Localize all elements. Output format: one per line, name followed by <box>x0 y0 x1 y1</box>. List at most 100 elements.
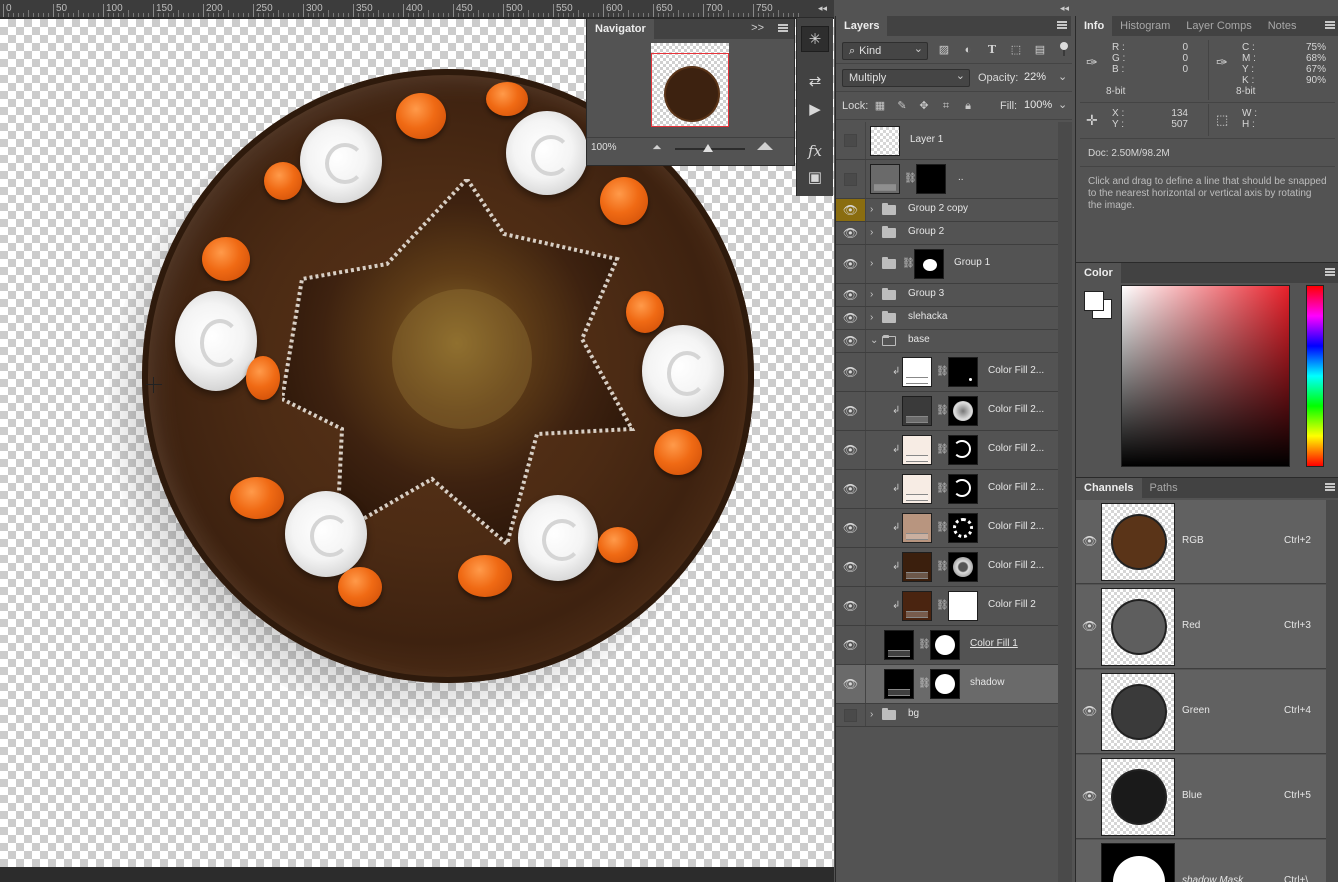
layer-thumbnail[interactable] <box>870 164 900 194</box>
channels-menu-icon[interactable] <box>1325 483 1335 491</box>
layer-row[interactable]: 👁︎ ⌄ base <box>836 330 1058 353</box>
channel-thumbnail[interactable] <box>1101 503 1175 581</box>
info-menu-icon[interactable] <box>1325 21 1335 29</box>
layers-scrollbar[interactable] <box>1058 122 1072 882</box>
eye-icon[interactable]: 👁︎ <box>836 392 866 430</box>
shape-filter-icon[interactable]: ⬚ <box>1010 44 1022 56</box>
tab-layers[interactable]: Layers <box>836 16 888 36</box>
layer-mask-thumbnail[interactable] <box>930 630 960 660</box>
channels-scrollbar[interactable] <box>1326 500 1338 882</box>
cube-icon[interactable]: ▣ <box>801 164 829 190</box>
link-icon[interactable]: ⛓︎ <box>936 522 949 533</box>
link-icon[interactable]: ⛓︎ <box>936 600 949 611</box>
link-icon[interactable]: ⛓︎ <box>918 639 931 650</box>
eye-icon[interactable]: 👁︎ <box>836 509 866 547</box>
tab-layer-comps[interactable]: Layer Comps <box>1178 16 1259 36</box>
layer-row[interactable]: › bg <box>836 704 1058 727</box>
fill-color-thumbnail[interactable] <box>902 435 932 465</box>
zoom-out-icon[interactable] <box>652 144 662 150</box>
layer-mask-thumbnail[interactable] <box>914 249 944 279</box>
fill-color-thumbnail[interactable] <box>902 396 932 426</box>
channel-thumbnail[interactable] <box>1101 588 1175 666</box>
layer-mask-thumbnail[interactable] <box>948 396 978 426</box>
tab-navigator[interactable]: Navigator <box>587 19 654 39</box>
layer-name[interactable]: Group 3 <box>908 288 944 299</box>
collapse-layers-icon[interactable]: ◂◂ <box>1060 3 1069 14</box>
link-icon[interactable]: ⛓︎ <box>936 366 949 377</box>
link-icon[interactable]: ⛓︎ <box>936 405 949 416</box>
channel-thumbnail[interactable] <box>1101 843 1175 882</box>
eye-icon[interactable]: 👁︎ <box>1082 534 1097 548</box>
channel-row[interactable]: 👁︎ Blue Ctrl+5 <box>1076 755 1326 839</box>
eye-icon[interactable]: 👁︎ <box>836 330 866 352</box>
link-icon[interactable]: ⛓︎ <box>936 561 949 572</box>
tab-notes[interactable]: Notes <box>1260 16 1305 36</box>
eye-icon[interactable]: 👁︎ <box>836 307 866 329</box>
fill-input[interactable]: 100% <box>1020 97 1060 115</box>
link-icon[interactable]: ⛓︎ <box>904 173 917 184</box>
layer-name[interactable]: Color Fill 2... <box>988 443 1044 454</box>
tab-color[interactable]: Color <box>1076 263 1121 283</box>
layer-row[interactable]: 👁︎ ↲ ⛓︎ Color Fill 2... <box>836 392 1058 431</box>
fill-dropdown-icon[interactable]: ⌄ <box>1058 98 1067 111</box>
tab-histogram[interactable]: Histogram <box>1112 16 1178 36</box>
tab-paths[interactable]: Paths <box>1142 478 1186 498</box>
type-filter-icon[interactable]: T <box>986 44 998 56</box>
layer-mask-thumbnail[interactable] <box>948 357 978 387</box>
layer-mask-thumbnail[interactable] <box>948 435 978 465</box>
layer-name[interactable]: Group 2 <box>908 226 944 237</box>
layer-row[interactable]: ⛓︎.. <box>836 160 1058 199</box>
navigator-expand-icon[interactable]: >> <box>751 22 764 34</box>
chevron-down-icon[interactable]: ⌄ <box>870 335 878 346</box>
fill-color-thumbnail[interactable] <box>902 474 932 504</box>
layer-mask-thumbnail[interactable] <box>948 552 978 582</box>
link-icon[interactable]: ⛓︎ <box>902 258 915 269</box>
foreground-color-swatch[interactable] <box>1084 291 1104 311</box>
layer-name[interactable]: Color Fill 2... <box>988 521 1044 532</box>
eye-icon[interactable]: 👁︎ <box>836 222 866 244</box>
layer-row[interactable]: 👁︎ ⛓︎ Color Fill 1 <box>836 626 1058 665</box>
layer-mask-thumbnail[interactable] <box>948 474 978 504</box>
link-icon[interactable]: ⛓︎ <box>918 678 931 689</box>
filter-toggle-icon[interactable] <box>1060 42 1068 56</box>
navigator-thumbnail[interactable] <box>651 43 729 127</box>
layer-name[interactable]: Color Fill 2... <box>988 365 1044 376</box>
zoom-in-icon[interactable] <box>757 142 773 150</box>
layer-row[interactable]: 👁︎ › Group 2 copy <box>836 199 1058 222</box>
eye-icon[interactable]: 👁︎ <box>1082 789 1097 803</box>
navigator-view-box[interactable] <box>651 53 729 127</box>
chevron-right-icon[interactable]: › <box>870 258 873 269</box>
layer-row[interactable]: Layer 1 <box>836 122 1058 160</box>
link-icon[interactable]: ⛓︎ <box>936 444 949 455</box>
layer-row[interactable]: 👁︎ › Group 3 <box>836 284 1058 307</box>
eye-icon[interactable]: 👁︎ <box>836 665 866 703</box>
layer-mask-thumbnail[interactable] <box>930 669 960 699</box>
compass-icon[interactable]: ✳ <box>801 26 829 52</box>
color-menu-icon[interactable] <box>1325 268 1335 276</box>
smart-object-filter-icon[interactable]: ▤ <box>1034 44 1046 56</box>
layer-name[interactable]: Group 2 copy <box>908 203 968 214</box>
layer-name[interactable]: base <box>908 334 930 345</box>
layer-name[interactable]: Color Fill 2... <box>988 560 1044 571</box>
fill-color-thumbnail[interactable] <box>884 669 914 699</box>
chevron-right-icon[interactable]: › <box>870 227 873 238</box>
eye-icon[interactable]: 👁︎ <box>836 245 866 283</box>
layer-name[interactable]: shadow <box>970 677 1004 688</box>
chevron-right-icon[interactable]: › <box>870 204 873 215</box>
layer-name[interactable]: Color Fill 1 <box>970 638 1018 649</box>
fill-color-thumbnail[interactable] <box>902 357 932 387</box>
visibility-toggle-empty[interactable] <box>836 122 866 159</box>
eye-icon[interactable]: 👁︎ <box>836 284 866 306</box>
zoom-slider-handle[interactable] <box>703 144 713 152</box>
layer-name[interactable]: bg <box>908 708 919 719</box>
layer-row[interactable]: 👁︎ ↲ ⛓︎ Color Fill 2... <box>836 509 1058 548</box>
visibility-toggle-empty[interactable] <box>836 160 866 198</box>
filter-kind-select[interactable]: ⌕ Kind <box>842 41 928 60</box>
lock-all-icon[interactable]: 🔒︎ <box>962 100 974 112</box>
eye-icon[interactable]: 👁︎ <box>836 431 866 469</box>
layer-mask-thumbnail[interactable] <box>948 513 978 543</box>
channel-row[interactable]: 👁︎ RGB Ctrl+2 <box>1076 500 1326 584</box>
horizontal-ruler[interactable]: 0 50 100 150 200 250 300 350 400 450 500 550 600 650 7… <box>0 0 834 18</box>
eye-icon[interactable]: 👁︎ <box>836 353 866 391</box>
layer-name[interactable]: Color Fill 2... <box>988 404 1044 415</box>
